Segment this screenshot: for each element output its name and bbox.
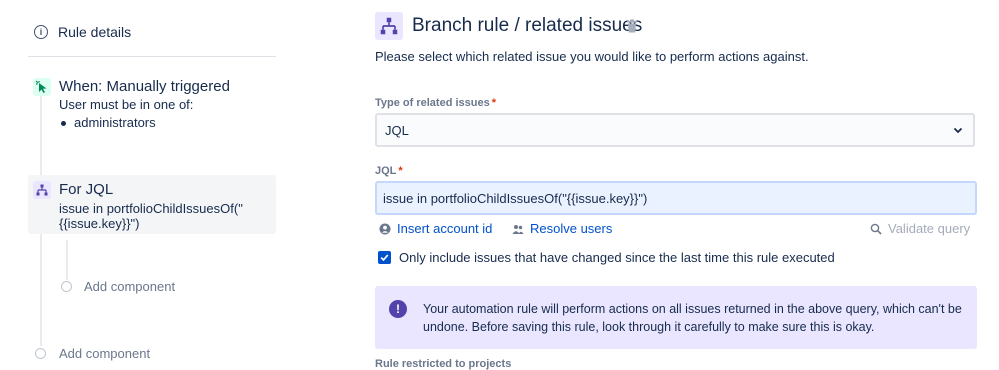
page-title: Branch rule / related issues (412, 15, 643, 36)
sidebar-divider (28, 56, 276, 57)
rule-details-link[interactable]: i Rule details (34, 24, 131, 40)
jql-field-label: JQL * (375, 165, 403, 177)
restricted-projects-label: Rule restricted to projects (375, 358, 512, 370)
check-icon (380, 254, 389, 262)
add-component-nested-button[interactable]: Add component (84, 279, 175, 294)
changed-issues-label: Only include issues that have changed si… (399, 250, 835, 265)
required-mark: * (491, 97, 497, 109)
search-icon (870, 223, 882, 235)
resolve-users-button[interactable]: Resolve users (512, 221, 612, 236)
type-select-value: JQL (385, 122, 409, 138)
warning-text: Your automation rule will perform action… (423, 302, 962, 334)
changed-issues-checkbox-row[interactable]: Only include issues that have changed si… (378, 250, 835, 265)
resolve-users-label: Resolve users (530, 221, 613, 236)
info-icon: i (34, 25, 48, 39)
trigger-group-item: administrators (61, 115, 156, 130)
required-mark: * (398, 165, 403, 177)
validate-query-label: Validate query (888, 221, 971, 236)
trash-icon[interactable] (626, 19, 638, 33)
branch-detail: issue in portfolioChildIssuesOf("{{issue… (59, 201, 243, 231)
trigger-title[interactable]: When: Manually triggered (59, 78, 230, 95)
insert-account-id-label: Insert account id (397, 221, 493, 236)
branch-icon (375, 12, 403, 40)
type-field-label: Type of related issues * (375, 97, 497, 109)
chevron-down-icon (953, 127, 963, 134)
changed-issues-checkbox[interactable] (378, 251, 391, 264)
trigger-subtitle: User must be in one of: (59, 97, 194, 112)
nested-flow-line (66, 240, 68, 280)
cursor-click-icon (33, 78, 51, 96)
bullet-icon (61, 121, 66, 126)
add-component-button[interactable]: Add component (59, 346, 150, 361)
page-description: Please select which related issue you wo… (375, 49, 809, 64)
insert-account-id-button[interactable]: Insert account id (379, 221, 492, 236)
trigger-group: administrators (74, 115, 156, 130)
branch-icon (33, 181, 51, 199)
type-select[interactable]: JQL (375, 113, 975, 147)
jql-input[interactable] (375, 181, 977, 215)
rule-details-label: Rule details (58, 24, 132, 40)
add-component-dot-icon (35, 348, 46, 359)
person-icon (379, 223, 391, 234)
exclamation-icon: ! (389, 300, 407, 318)
validate-query-button[interactable]: Validate query (870, 221, 970, 236)
branch-title: For JQL (59, 181, 114, 198)
add-component-dot-icon (61, 281, 72, 292)
users-icon (512, 224, 524, 234)
